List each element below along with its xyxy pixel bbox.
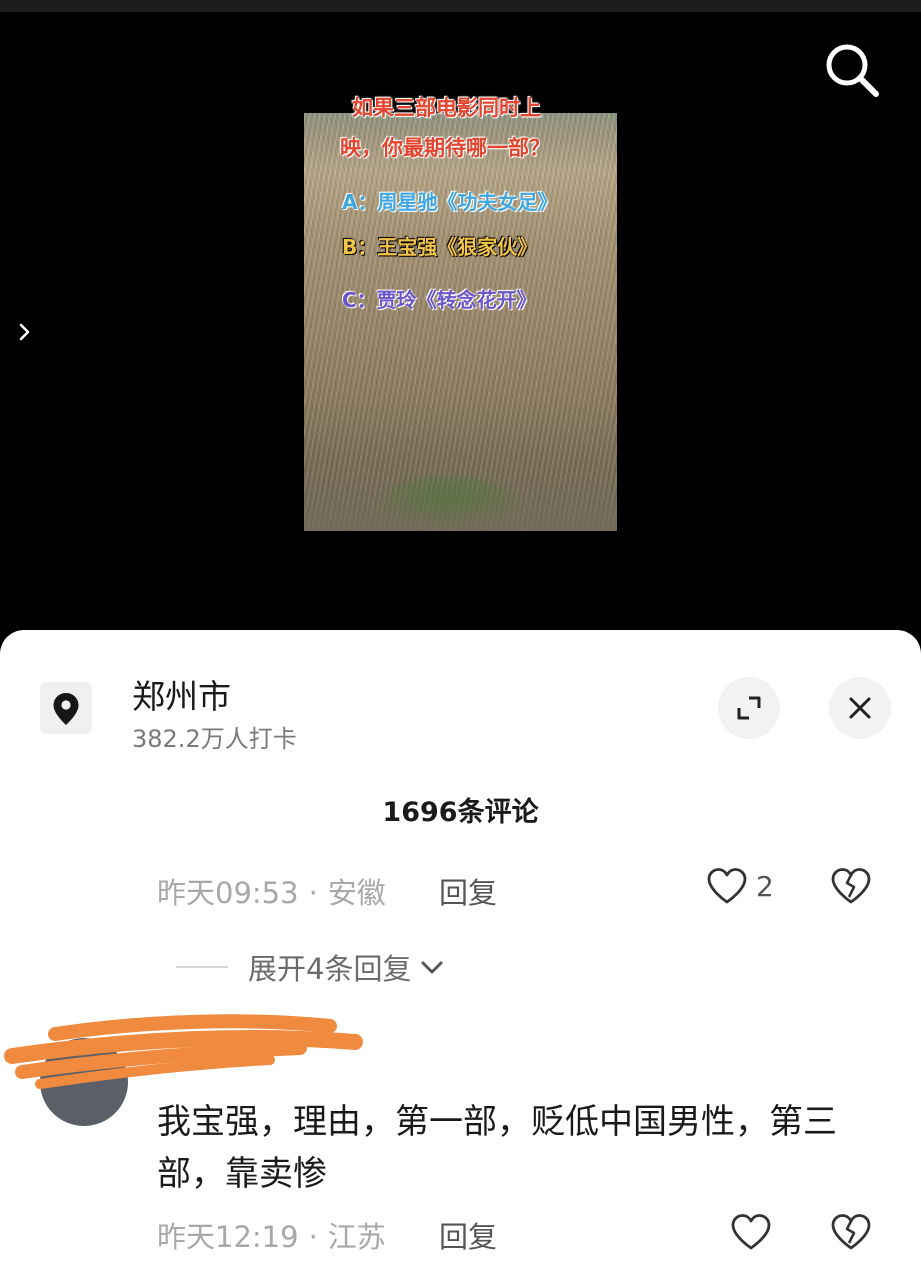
like-count: 2: [756, 869, 774, 903]
divider-line: [176, 966, 228, 968]
comment-region: 安徽: [327, 876, 386, 910]
location-name[interactable]: 郑州市: [132, 670, 231, 718]
comment-region: 江苏: [327, 1220, 386, 1254]
reply-button[interactable]: 回复: [439, 870, 497, 912]
video-question-line-1: 如果三部电影同时上: [352, 96, 541, 120]
separator-dot: ·: [308, 876, 318, 910]
video-option-a: A：周星驰《功夫女足》: [342, 190, 558, 214]
comment-time: 昨天12:19: [157, 1220, 299, 1254]
like-button[interactable]: [730, 1213, 772, 1251]
heart-icon: [707, 868, 747, 904]
comment-text: 我宝强，理由，第一部，贬低中国男性，第三部，靠卖惨: [157, 1102, 837, 1194]
close-icon: [849, 697, 871, 719]
broken-heart-icon[interactable]: [830, 1213, 872, 1255]
comment-meta: 昨天12:19 · 江苏: [157, 1214, 386, 1256]
wheat-field-image: [304, 113, 617, 531]
comment-panel: 郑州市 382.2万人打卡 1696条评论 昨天09:53 · 安徽 回复 2 展开…: [0, 630, 921, 1285]
expand-button[interactable]: [718, 677, 780, 739]
location-checkins: 382.2万人打卡: [132, 725, 297, 753]
chevron-down-icon: [421, 961, 443, 974]
status-bar: [0, 0, 921, 12]
expand-icon: [737, 696, 761, 720]
video-option-b: B：王宝强《狠家伙》: [342, 235, 538, 259]
video-option-c: C：贾玲《转念花开》: [342, 288, 537, 312]
video-thumbnail[interactable]: [304, 113, 617, 531]
broken-heart-icon[interactable]: [830, 867, 872, 909]
comment-count: 1696条评论: [382, 797, 539, 828]
comment-time: 昨天09:53: [157, 876, 299, 910]
expand-replies-label: 展开4条回复: [248, 952, 412, 986]
separator-dot: ·: [308, 1220, 318, 1254]
location-pin-icon[interactable]: [40, 682, 92, 734]
heart-icon: [731, 1214, 771, 1250]
expand-replies-button[interactable]: 展开4条回复: [176, 946, 445, 988]
ground: [304, 476, 617, 531]
reply-button[interactable]: 回复: [439, 1214, 497, 1256]
close-button[interactable]: [829, 677, 891, 739]
redaction-scribble: [4, 1014, 363, 1089]
search-icon[interactable]: [820, 38, 884, 102]
chevron-right-icon[interactable]: [14, 318, 36, 346]
video-question-line-2: 映，你最期待哪一部？: [340, 136, 550, 160]
like-button[interactable]: 2: [706, 867, 774, 905]
comment-meta: 昨天09:53 · 安徽: [157, 870, 386, 912]
